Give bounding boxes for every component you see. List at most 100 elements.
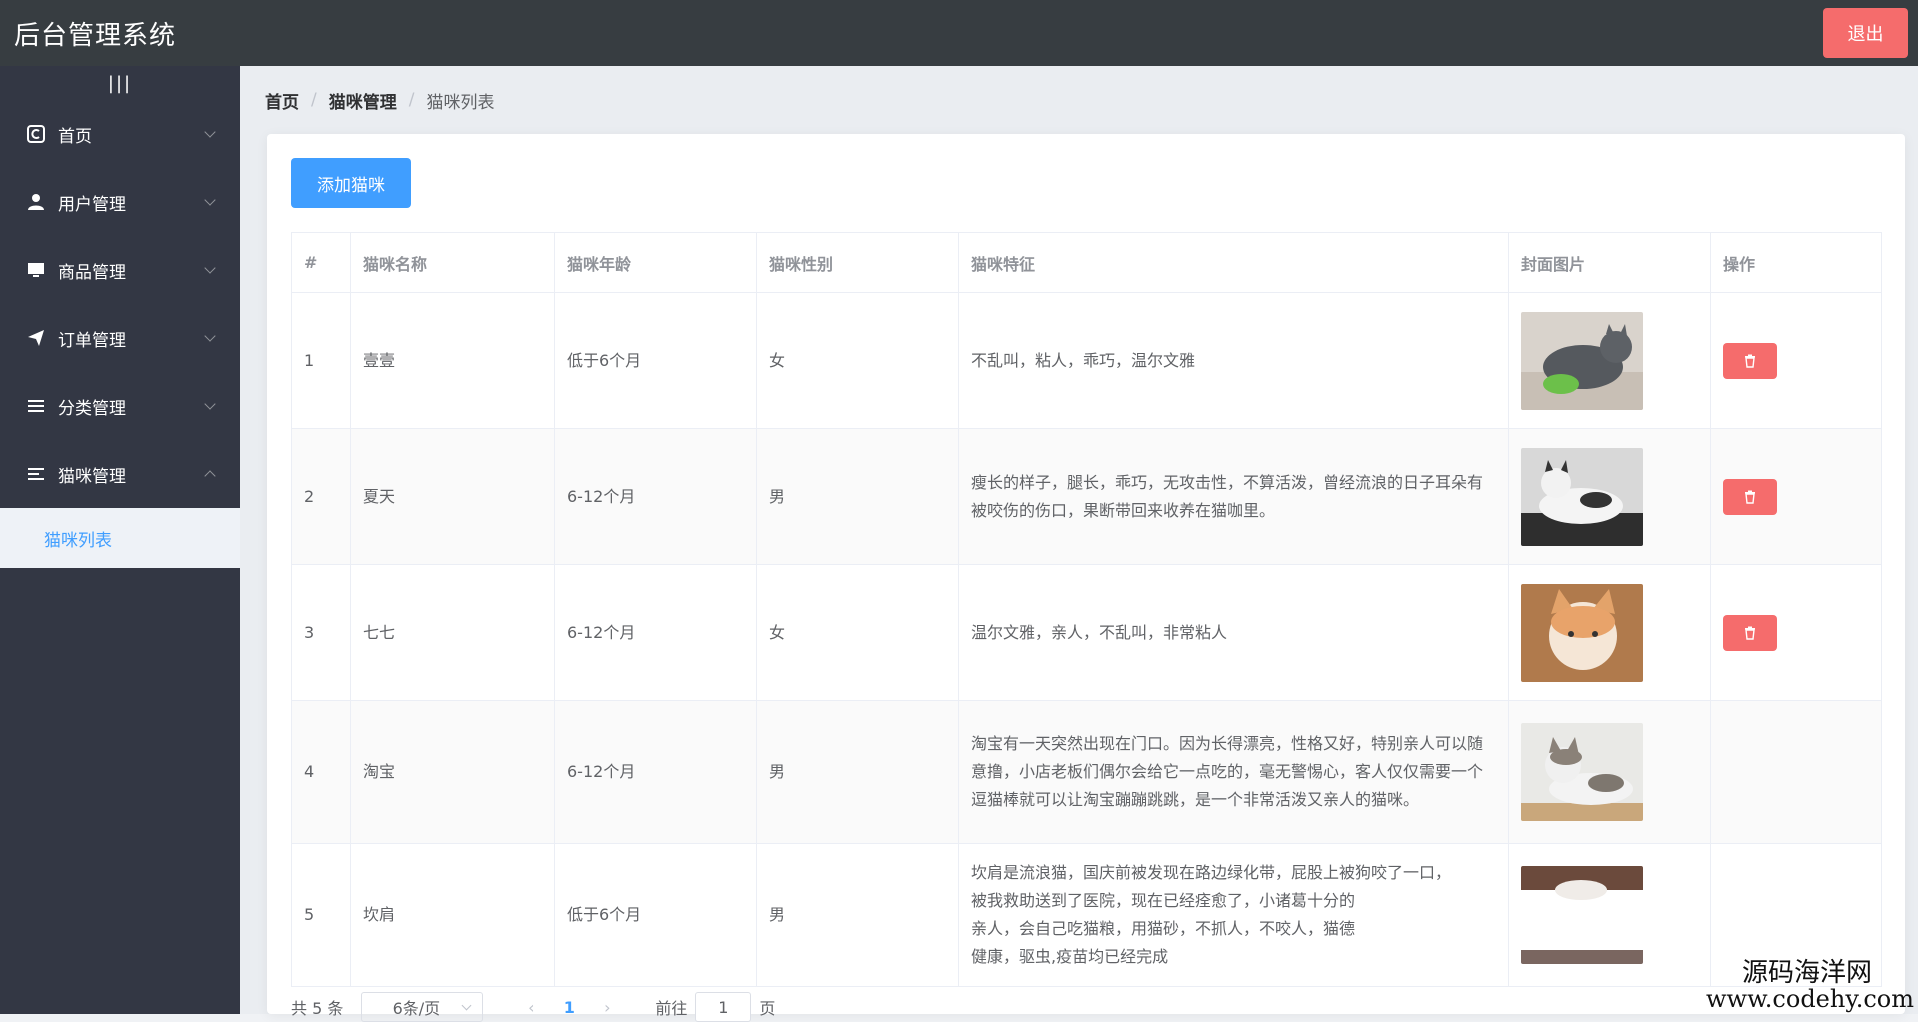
cell-name: 坎肩: [351, 844, 555, 987]
goto-page-input[interactable]: [695, 992, 751, 1022]
chevron-down-icon: [204, 126, 215, 137]
trash-icon: [1743, 490, 1757, 504]
trash-icon: [1743, 626, 1757, 640]
sidebar-item-label: 首页: [58, 122, 92, 147]
watermark-line1: 源码海洋网: [1706, 960, 1872, 987]
cell-gender: 男: [757, 701, 959, 844]
breadcrumb-separator: /: [311, 90, 317, 110]
list-icon: [26, 464, 46, 484]
breadcrumb-home[interactable]: 首页: [265, 88, 299, 113]
logout-button[interactable]: 退出: [1823, 8, 1908, 58]
sidebar-item-orders[interactable]: 订单管理: [0, 304, 240, 372]
list-icon: [26, 396, 46, 416]
cat-photo: [1521, 584, 1643, 682]
page-size-select[interactable]: 6条/页: [361, 992, 483, 1022]
cell-photo: [1509, 844, 1711, 987]
pagination-total: 共 5 条: [291, 995, 343, 1019]
trash-icon: [1743, 354, 1757, 368]
cell-gender: 男: [757, 429, 959, 565]
breadcrumb-current: 猫咪列表: [426, 88, 494, 113]
sidebar-item-users[interactable]: 用户管理: [0, 168, 240, 236]
sidebar-item-label: 猫咪管理: [58, 462, 126, 487]
cell-index: 3: [292, 565, 351, 701]
chevron-down-icon: [204, 330, 215, 341]
cell-photo: [1509, 293, 1711, 429]
chevron-up-icon: [204, 470, 215, 481]
cat-table: # 猫咪名称 猫咪年龄 猫咪性别 猫咪特征 封面图片 操作 1 壹壹 低于6个月…: [291, 232, 1882, 987]
user-icon: [26, 192, 46, 212]
cell-age: 6-12个月: [555, 565, 757, 701]
cell-actions: [1711, 701, 1882, 844]
cell-actions: [1711, 429, 1882, 565]
table-row: 5 坎肩 低于6个月 男 坎肩是流浪猫，国庆前被发现在路边绿化带，屁股上被狗咬了…: [292, 844, 1882, 987]
cell-features: 瘦长的样子，腿长，乖巧，无攻击性，不算活泼，曾经流浪的日子耳朵有被咬伤的伤口，果…: [959, 429, 1509, 565]
sidebar-item-categories[interactable]: 分类管理: [0, 372, 240, 440]
column-header: 操作: [1711, 233, 1882, 293]
table-row: 1 壹壹 低于6个月 女 不乱叫，粘人，乖巧，温尔文雅: [292, 293, 1882, 429]
cell-photo: [1509, 565, 1711, 701]
sidebar-item-label: 订单管理: [58, 326, 126, 351]
cell-features: 温尔文雅，亲人，不乱叫，非常粘人: [959, 565, 1509, 701]
cell-index: 4: [292, 701, 351, 844]
sidebar: ||| 首页 用户管理 商品管理 订单管理 分类管理: [0, 66, 240, 1014]
cell-index: 1: [292, 293, 351, 429]
delete-button[interactable]: [1723, 343, 1777, 379]
top-header: 后台管理系统 退出: [0, 0, 1918, 66]
column-header: #: [292, 233, 351, 293]
add-cat-button[interactable]: 添加猫咪: [291, 158, 411, 208]
sidebar-item-label: 商品管理: [58, 258, 126, 283]
cat-photo: [1521, 866, 1643, 964]
sidebar-subitem-cat-list[interactable]: 猫咪列表: [0, 508, 240, 568]
breadcrumb: 首页 / 猫咪管理 / 猫咪列表: [265, 66, 1918, 134]
delete-button[interactable]: [1723, 615, 1777, 651]
cell-age: 低于6个月: [555, 844, 757, 987]
table-row: 2 夏天 6-12个月 男 瘦长的样子，腿长，乖巧，无攻击性，不算活泼，曾经流浪…: [292, 429, 1882, 565]
watermark-line2: www.codehy.com: [1706, 987, 1914, 1012]
app-title: 后台管理系统: [14, 15, 176, 52]
column-header: 猫咪名称: [351, 233, 555, 293]
cell-actions: [1711, 565, 1882, 701]
cell-features: 坎肩是流浪猫，国庆前被发现在路边绿化带，屁股上被狗咬了一口， 被我救助送到了医院…: [959, 844, 1509, 987]
watermark: 源码海洋网 www.codehy.com: [1706, 960, 1914, 1012]
cell-gender: 女: [757, 293, 959, 429]
sidebar-item-label: 用户管理: [58, 190, 126, 215]
collapse-toggle[interactable]: |||: [0, 66, 240, 100]
goto-suffix: 页: [759, 995, 775, 1019]
cell-photo: [1509, 429, 1711, 565]
chevron-down-icon: [462, 1001, 472, 1011]
cell-gender: 女: [757, 565, 959, 701]
monitor-icon: [26, 260, 46, 280]
send-icon: [26, 328, 46, 348]
feature-line: 坎肩是流浪猫，国庆前被发现在路边绿化带，屁股上被狗咬了一口，: [971, 859, 1496, 887]
chevron-down-icon: [204, 398, 215, 409]
cell-age: 6-12个月: [555, 429, 757, 565]
home-icon: [26, 124, 46, 144]
pagination: 共 5 条 6条/页 ‹ 1 › 前往 页: [291, 992, 775, 1022]
column-header: 猫咪年龄: [555, 233, 757, 293]
cell-age: 6-12个月: [555, 701, 757, 844]
cell-features: 淘宝有一天突然出现在门口。因为长得漂亮，性格又好，特别亲人可以随意撸，小店老板们…: [959, 701, 1509, 844]
cell-name: 淘宝: [351, 701, 555, 844]
breadcrumb-parent[interactable]: 猫咪管理: [329, 88, 397, 113]
cat-photo: [1521, 312, 1643, 410]
cell-index: 2: [292, 429, 351, 565]
column-header: 猫咪性别: [757, 233, 959, 293]
sidebar-item-products[interactable]: 商品管理: [0, 236, 240, 304]
chevron-down-icon: [204, 194, 215, 205]
feature-line: 健康，驱虫,疫苗均已经完成: [971, 943, 1496, 971]
sidebar-item-label: 分类管理: [58, 394, 126, 419]
chevron-down-icon: [204, 262, 215, 273]
goto-prefix: 前往: [655, 995, 687, 1019]
table-header-row: # 猫咪名称 猫咪年龄 猫咪性别 猫咪特征 封面图片 操作: [292, 233, 1882, 293]
cell-index: 5: [292, 844, 351, 987]
sidebar-item-home[interactable]: 首页: [0, 100, 240, 168]
cell-name: 七七: [351, 565, 555, 701]
table-row: 4 淘宝 6-12个月 男 淘宝有一天突然出现在门口。因为长得漂亮，性格又好，特…: [292, 701, 1882, 844]
delete-button[interactable]: [1723, 479, 1777, 515]
table-row: 3 七七 6-12个月 女 温尔文雅，亲人，不乱叫，非常粘人: [292, 565, 1882, 701]
page-size-value: 6条/页: [393, 995, 441, 1019]
cat-photo: [1521, 448, 1643, 546]
feature-line: 亲人，会自己吃猫粮，用猫砂，不抓人，不咬人，猫德: [971, 915, 1496, 943]
sidebar-item-cats[interactable]: 猫咪管理: [0, 440, 240, 508]
breadcrumb-separator: /: [409, 90, 415, 110]
